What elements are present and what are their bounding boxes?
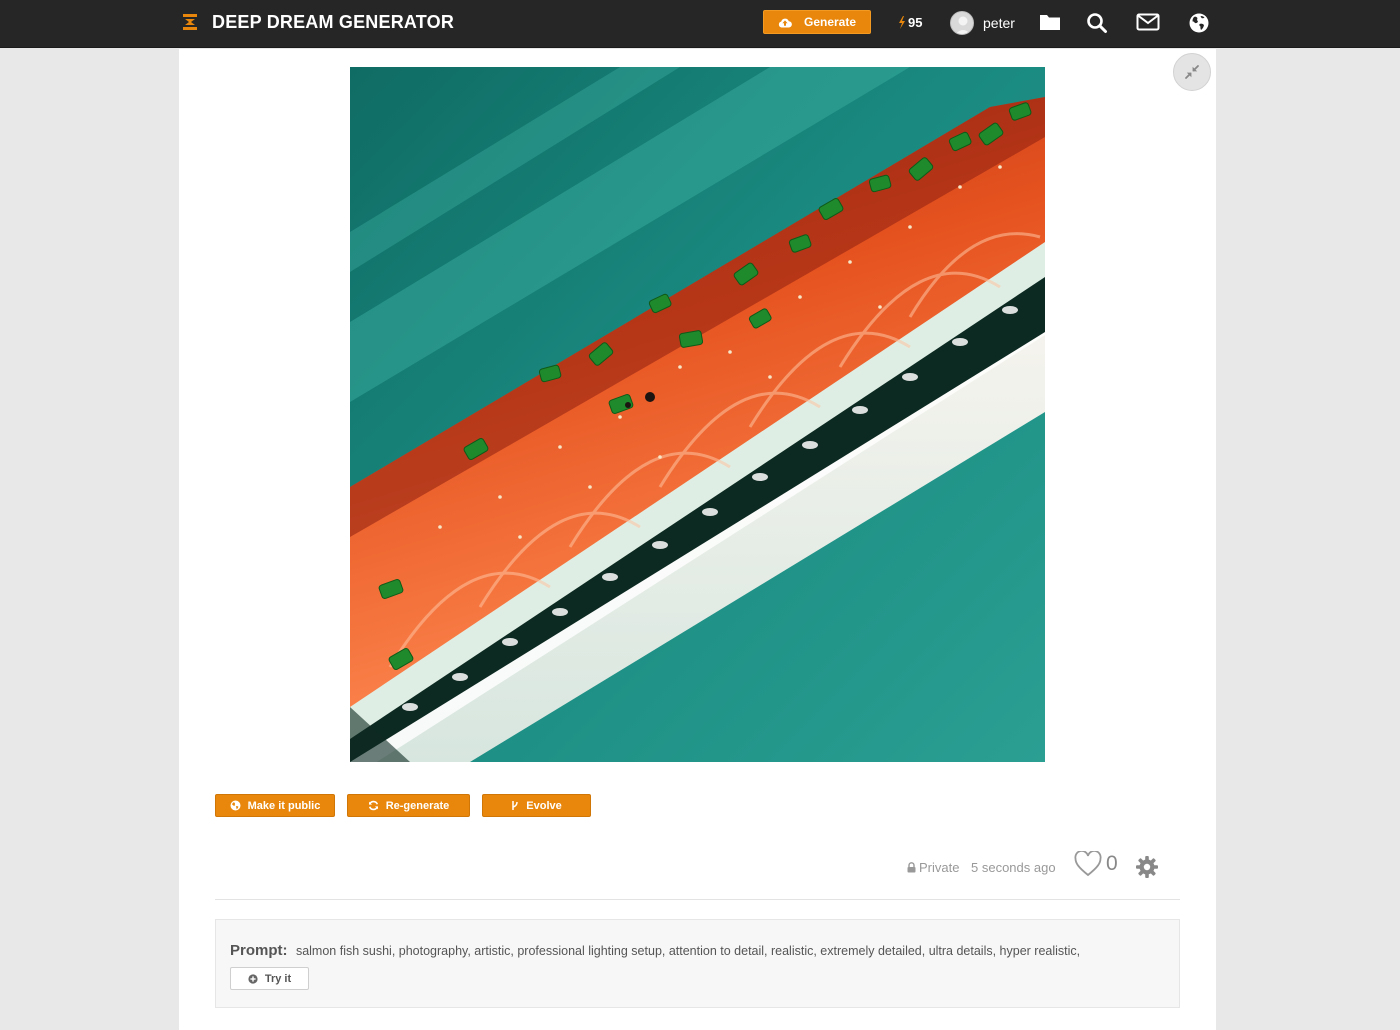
- evolve-button[interactable]: Evolve: [482, 794, 591, 817]
- mail-icon[interactable]: [1136, 12, 1160, 34]
- top-navbar: DEEP DREAM GENERATOR Generate 95 peter: [0, 0, 1400, 48]
- time-label: 5 seconds ago: [971, 859, 1056, 875]
- visibility-status: Private: [907, 855, 959, 879]
- main-panel: Make it public Re-generate Evolve Privat…: [179, 49, 1216, 1030]
- regenerate-label: Re-generate: [385, 799, 450, 812]
- globe-icon: [230, 800, 241, 811]
- prompt-text: salmon fish sushi, photography, artistic…: [295, 944, 1081, 958]
- settings-button[interactable]: [1135, 855, 1159, 879]
- heart-icon[interactable]: [1074, 851, 1102, 877]
- like-count: 0: [1106, 852, 1118, 875]
- generate-button[interactable]: Generate: [763, 10, 871, 34]
- visibility-label: Private: [919, 859, 960, 875]
- energy-counter[interactable]: 95: [898, 15, 922, 30]
- timestamp: 5 seconds ago: [971, 855, 1056, 879]
- gear-icon: [1136, 856, 1158, 878]
- regenerate-button[interactable]: Re-generate: [347, 794, 470, 817]
- like-counter[interactable]: 0: [1074, 851, 1118, 877]
- prompt-line: Prompt: salmon fish sushi, photography, …: [230, 942, 1080, 960]
- branch-icon: [512, 801, 519, 810]
- avatar: [950, 11, 974, 35]
- try-it-label: Try it: [264, 972, 292, 985]
- search-icon[interactable]: [1086, 12, 1108, 34]
- prompt-box: Prompt: salmon fish sushi, photography, …: [215, 919, 1180, 1008]
- brand-name: DEEP DREAM GENERATOR: [212, 11, 455, 32]
- lock-icon: [907, 861, 916, 872]
- lightning-icon: [899, 16, 905, 29]
- evolve-label: Evolve: [526, 799, 562, 812]
- energy-value: 95: [908, 15, 923, 30]
- make-public-label: Make it public: [247, 799, 321, 812]
- globe-icon[interactable]: [1188, 12, 1210, 34]
- user-silhouette-icon: [955, 16, 971, 34]
- refresh-icon: [368, 800, 378, 811]
- folder-icon[interactable]: [1039, 12, 1061, 34]
- username: peter: [983, 15, 1015, 31]
- logo-icon: [183, 14, 197, 30]
- prompt-label: Prompt:: [230, 942, 288, 959]
- cloud-upload-icon: [778, 18, 792, 28]
- make-public-button[interactable]: Make it public: [215, 794, 335, 817]
- shrink-button[interactable]: [1173, 53, 1211, 91]
- plus-circle-icon: [248, 973, 258, 984]
- brand[interactable]: DEEP DREAM GENERATOR: [182, 10, 454, 34]
- compress-icon: [1185, 65, 1199, 79]
- try-it-button[interactable]: Try it: [230, 967, 309, 990]
- user-menu[interactable]: peter: [950, 11, 1015, 35]
- generated-image[interactable]: [350, 67, 1045, 762]
- generate-label: Generate: [803, 15, 857, 29]
- divider: [215, 899, 1180, 900]
